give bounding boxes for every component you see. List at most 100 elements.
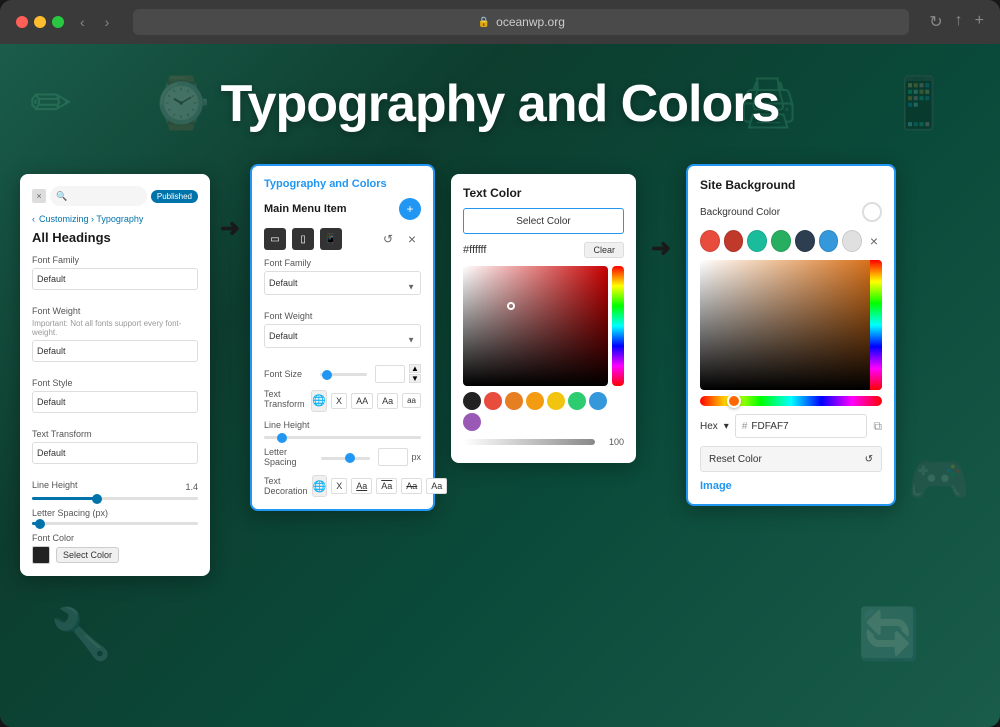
font-family-select[interactable]: Default xyxy=(32,268,198,290)
text-color-select-btn[interactable]: Select Color xyxy=(463,208,624,234)
select-color-button[interactable]: Select Color xyxy=(56,547,119,563)
letter-spacing-typo-track[interactable] xyxy=(321,457,370,460)
panel-typography: Typography and Colors Main Menu Item + ▭… xyxy=(250,164,435,511)
letter-spacing-typo-thumb[interactable] xyxy=(345,453,355,463)
swatch-orange2[interactable] xyxy=(526,392,544,410)
swatch-blue[interactable] xyxy=(589,392,607,410)
letter-spacing-track[interactable] xyxy=(32,522,198,525)
back-arrow[interactable]: ‹ xyxy=(32,214,35,224)
decoration-global-btn[interactable]: 🌐 xyxy=(312,475,328,497)
breadcrumb-text: Customizing › Typography xyxy=(39,214,143,224)
toggle-circle[interactable] xyxy=(862,202,882,222)
swatch-yellow[interactable] xyxy=(547,392,565,410)
new-tab-button[interactable]: + xyxy=(975,12,984,32)
decoration-linethrough-btn[interactable]: Aa xyxy=(401,478,422,494)
tablet-icon[interactable]: ▯ xyxy=(292,228,314,250)
site-swatch-green[interactable] xyxy=(771,230,791,252)
clear-button[interactable]: Clear xyxy=(584,242,624,258)
hex-dropdown[interactable]: ▾ xyxy=(724,421,729,432)
hue-thumb[interactable] xyxy=(727,394,741,408)
site-swatch-blue[interactable] xyxy=(819,230,839,252)
share-button[interactable]: ↑ xyxy=(955,12,963,32)
swatch-black[interactable] xyxy=(463,392,481,410)
site-swatch-teal[interactable] xyxy=(747,230,767,252)
add-button[interactable]: + xyxy=(399,198,421,220)
site-swatch-red[interactable] xyxy=(700,230,720,252)
swatch-purple[interactable] xyxy=(463,413,481,431)
line-height-typo-track[interactable] xyxy=(264,436,421,439)
bg-color-row: Background Color xyxy=(700,202,882,222)
hex-label: Hex xyxy=(700,421,718,432)
hue-slider[interactable] xyxy=(612,266,624,386)
decoration-overline-btn[interactable]: Aa xyxy=(376,478,397,494)
traffic-light-red[interactable] xyxy=(16,16,28,28)
traffic-light-yellow[interactable] xyxy=(34,16,46,28)
decoration-x-btn[interactable]: X xyxy=(331,478,347,494)
desktop-icon[interactable]: ▭ xyxy=(264,228,286,250)
line-height-label: Line Height xyxy=(32,480,78,490)
text-transform-select[interactable]: Default xyxy=(32,442,198,464)
font-family-wrapper: Default xyxy=(32,268,198,298)
swatch-red[interactable] xyxy=(484,392,502,410)
transform-global-btn[interactable]: 🌐 xyxy=(311,390,327,412)
color-picker-area[interactable] xyxy=(463,266,608,386)
panel-site-background: Site Background Background Color × xyxy=(686,164,896,506)
browser-titlebar: ‹ › 🔒 oceanwp.org ↻ ↑ + xyxy=(0,0,1000,44)
text-decoration-label: Text Decoration xyxy=(264,476,308,496)
typo-font-family-select[interactable]: Default xyxy=(264,271,421,295)
mobile-icon[interactable]: 📱 xyxy=(320,228,342,250)
font-size-thumb[interactable] xyxy=(322,370,332,380)
line-height-track[interactable] xyxy=(32,497,198,500)
traffic-light-green[interactable] xyxy=(52,16,64,28)
letter-spacing-thumb[interactable] xyxy=(35,519,45,529)
reset-color-label: Reset Color xyxy=(709,454,762,465)
color-picker-container[interactable] xyxy=(463,266,624,386)
back-button[interactable]: ‹ xyxy=(76,12,89,32)
site-swatch-darkblue[interactable] xyxy=(795,230,815,252)
font-weight-select[interactable]: Default xyxy=(32,340,198,362)
swatch-green[interactable] xyxy=(568,392,586,410)
line-height-thumb[interactable] xyxy=(92,494,102,504)
search-icon: 🔍 xyxy=(56,191,67,202)
transform-x-btn[interactable]: X xyxy=(331,393,347,409)
font-size-label: Font Size xyxy=(264,369,312,379)
transform-aa-btn[interactable]: AA xyxy=(351,393,373,409)
close-swatches-btn[interactable]: × xyxy=(866,232,882,250)
letter-spacing-input[interactable] xyxy=(378,448,408,466)
letter-spacing-typo-row: Letter Spacing px xyxy=(264,447,421,467)
address-bar[interactable]: 🔒 oceanwp.org xyxy=(133,9,909,35)
hue-bar-horizontal[interactable] xyxy=(700,396,882,406)
swatch-orange[interactable] xyxy=(505,392,523,410)
decoration-underline-btn[interactable]: Aa xyxy=(351,478,372,494)
opacity-bar[interactable] xyxy=(463,439,595,445)
forward-button[interactable]: › xyxy=(101,12,114,32)
font-size-track[interactable] xyxy=(320,373,368,376)
text-transform-wrapper: Default xyxy=(32,442,198,472)
font-size-input[interactable] xyxy=(375,365,405,383)
reset-color-button[interactable]: Reset Color ↺ xyxy=(700,446,882,472)
customizer-search[interactable]: 🔍 xyxy=(50,186,147,206)
transform-capitalize-btn[interactable]: Aa xyxy=(377,393,398,409)
side-hue-bar[interactable] xyxy=(870,260,882,390)
reset-button[interactable]: ↺ xyxy=(379,230,397,248)
font-style-select[interactable]: Default xyxy=(32,391,198,413)
typo-font-weight-select[interactable]: Default xyxy=(264,324,421,348)
customizer-section-title: All Headings xyxy=(32,230,198,245)
line-height-typo-row: Line Height xyxy=(264,420,421,430)
reload-button[interactable]: ↻ xyxy=(929,12,942,32)
main-color-picker[interactable] xyxy=(700,260,882,390)
font-color-label: Font Color xyxy=(32,533,198,543)
copy-icon[interactable]: ⧉ xyxy=(873,419,882,434)
customizer-close[interactable]: × xyxy=(32,189,46,203)
line-height-typo-thumb[interactable] xyxy=(277,433,287,443)
font-size-increment[interactable]: ▲ xyxy=(409,364,421,373)
font-color-swatch[interactable] xyxy=(32,546,50,564)
site-swatch-darkred[interactable] xyxy=(724,230,744,252)
hex-input-wrapper[interactable]: # FDFAF7 xyxy=(735,414,868,438)
font-size-decrement[interactable]: ▼ xyxy=(409,374,421,383)
close-button[interactable]: × xyxy=(403,230,421,248)
transform-lowercase-btn[interactable]: aa xyxy=(402,393,421,408)
font-color-section: Font Color Select Color xyxy=(32,533,198,564)
decoration-none-btn[interactable]: Aa xyxy=(426,478,447,494)
site-swatch-light[interactable] xyxy=(842,230,862,252)
